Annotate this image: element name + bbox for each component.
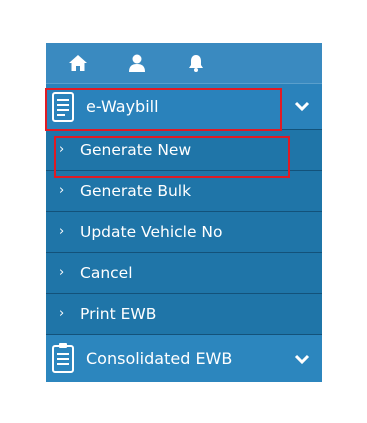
chevron-down-icon[interactable]	[294, 353, 310, 365]
menu-item-label: Print EWB	[80, 305, 157, 323]
menu-item-label: Generate New	[80, 141, 192, 159]
profile-button[interactable]	[128, 43, 188, 83]
top-icon-bar	[46, 43, 322, 83]
sidebar-panel: e-Waybill › Generate New › Generate Bulk…	[46, 43, 322, 382]
chevron-right-icon: ›	[59, 306, 65, 321]
bell-icon	[189, 55, 203, 72]
section-e-waybill[interactable]: e-Waybill	[46, 83, 322, 129]
chevron-right-icon: ›	[59, 183, 65, 198]
home-button[interactable]	[68, 43, 128, 83]
section-label: e-Waybill	[86, 97, 159, 116]
menu-item-update-vehicle-no[interactable]: › Update Vehicle No	[46, 211, 322, 252]
menu-item-print-ewb[interactable]: › Print EWB	[46, 293, 322, 334]
document-icon	[52, 92, 74, 122]
user-icon	[129, 54, 145, 72]
home-icon	[69, 55, 87, 71]
menu-item-generate-new[interactable]: › Generate New	[46, 129, 322, 170]
section-consolidated-ewb[interactable]: Consolidated EWB	[46, 334, 322, 382]
chevron-right-icon: ›	[59, 265, 65, 280]
notifications-button[interactable]	[188, 43, 248, 83]
chevron-right-icon: ›	[59, 142, 65, 157]
clipboard-icon	[52, 343, 74, 373]
menu-item-label: Generate Bulk	[80, 182, 192, 200]
menu-item-label: Cancel	[80, 264, 133, 282]
chevron-down-icon[interactable]	[294, 100, 310, 112]
menu-item-generate-bulk[interactable]: › Generate Bulk	[46, 170, 322, 211]
chevron-right-icon: ›	[59, 224, 65, 239]
section-label: Consolidated EWB	[86, 349, 233, 368]
menu-item-label: Update Vehicle No	[80, 223, 223, 241]
menu-item-cancel[interactable]: › Cancel	[46, 252, 322, 293]
